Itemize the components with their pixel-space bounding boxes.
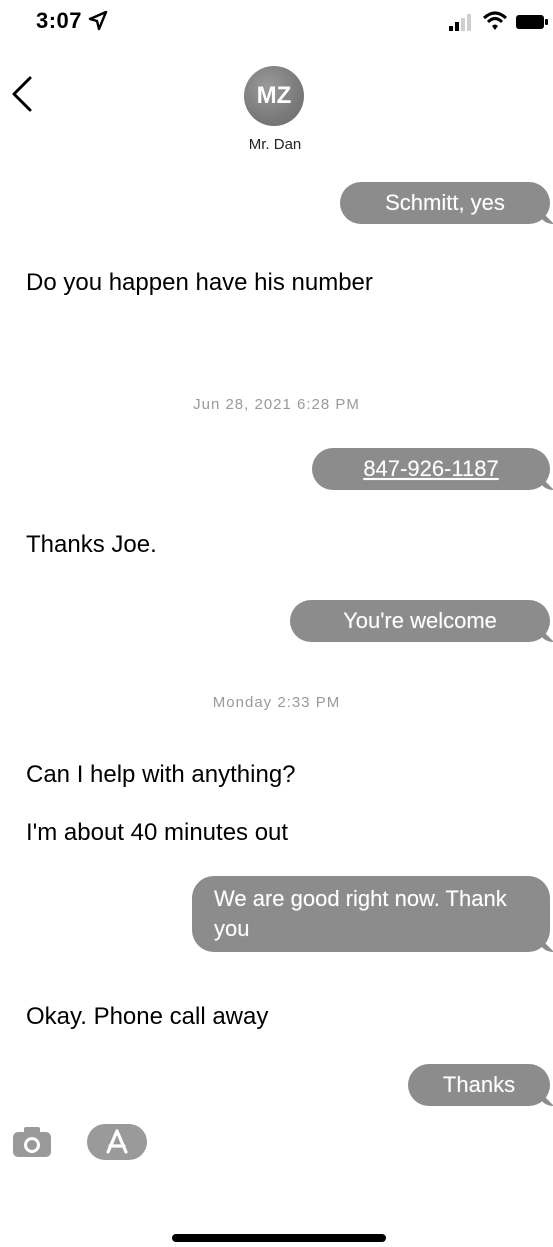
message-text: Okay. Phone call away: [26, 1003, 269, 1030]
message-text: Do you happen have his number: [26, 269, 373, 296]
location-arrow-icon: [88, 10, 108, 31]
phone-number-link[interactable]: 847-926-1187: [363, 456, 498, 481]
outgoing-message[interactable]: 847-926-1187: [312, 448, 550, 490]
incoming-message[interactable]: Thanks Joe.: [26, 530, 157, 560]
wifi-icon: [482, 11, 508, 30]
status-time: 3:07: [36, 8, 83, 33]
camera-icon: [13, 1127, 51, 1157]
message-text: I'm about 40 minutes out: [26, 819, 289, 846]
home-indicator[interactable]: [172, 1234, 386, 1242]
back-button[interactable]: [6, 74, 40, 114]
message-text: Schmitt, yes: [385, 190, 505, 215]
avatar[interactable]: MZ: [244, 66, 304, 126]
app-store-button[interactable]: [86, 1122, 148, 1162]
message-text: We are good right now. Thank you: [214, 886, 507, 941]
signal-icon: [449, 14, 471, 31]
message-text: Can I help with anything?: [26, 761, 296, 788]
app-store-icon: [87, 1124, 147, 1160]
incoming-message[interactable]: I'm about 40 minutes out: [26, 818, 288, 848]
outgoing-message[interactable]: Thanks: [408, 1064, 550, 1106]
message-input[interactable]: [160, 1120, 544, 1162]
message-text: Thanks Joe.: [26, 531, 157, 558]
battery-icon: [516, 15, 548, 29]
outgoing-message[interactable]: We are good right now. Thank you: [192, 876, 550, 952]
contact-name[interactable]: Mr. Dan: [200, 136, 350, 153]
avatar-initials: MZ: [256, 82, 292, 109]
timestamp: Monday 2:33 PM: [212, 694, 341, 711]
message-text: You're welcome: [343, 608, 497, 633]
outgoing-message[interactable]: Schmitt, yes: [340, 182, 550, 224]
outgoing-message[interactable]: You're welcome: [290, 600, 550, 642]
incoming-message[interactable]: Okay. Phone call away: [26, 1002, 268, 1032]
chevron-left-icon: [12, 76, 32, 112]
incoming-message[interactable]: Can I help with anything?: [26, 760, 296, 790]
message-text: Thanks: [442, 1072, 516, 1097]
camera-button[interactable]: [12, 1126, 52, 1158]
status-bar: 3:07: [0, 0, 553, 48]
timestamp: Jun 28, 2021 6:28 PM: [193, 396, 360, 413]
incoming-message[interactable]: Do you happen have his number: [26, 268, 386, 298]
